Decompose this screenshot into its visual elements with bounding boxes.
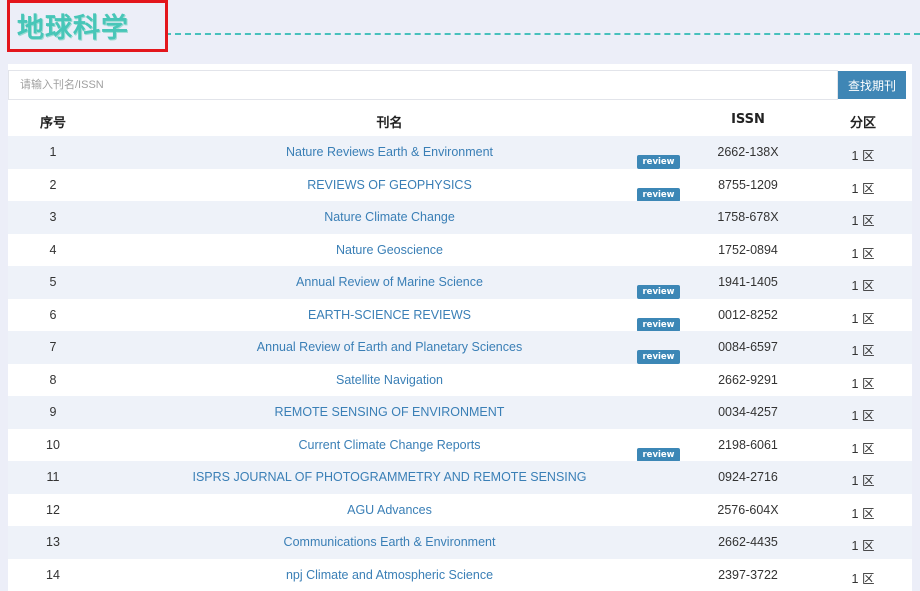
zone-cell: 1 区 xyxy=(818,470,908,489)
page-title: 地球科学 xyxy=(17,6,129,45)
row-number: 8 xyxy=(8,373,98,387)
table-row: 2 REVIEWS OF GEOPHYSICSreview 8755-1209 1 区 xyxy=(8,169,912,202)
table-row: 14 npj Climate and Atmospheric Science 239… xyxy=(8,559,912,591)
zone-cell: 1 区 xyxy=(818,275,908,294)
row-number: 7 xyxy=(8,340,98,354)
journal-name-link[interactable]: REVIEWS OF GEOPHYSICS xyxy=(108,178,671,192)
zone-cell: 1 区 xyxy=(818,373,908,392)
journal-name-link[interactable]: Annual Review of Marine Science xyxy=(108,275,671,289)
table-row: 10 Current Climate Change Reportsreview 21… xyxy=(8,429,912,462)
zone-cell: 1 区 xyxy=(818,308,908,327)
header-no: 序号 xyxy=(8,112,98,131)
journal-panel: 查找期刊 序号 刊名 ISSN 分区 1 Nature Reviews Earth… xyxy=(8,64,912,585)
journal-name-link[interactable]: npj Climate and Atmospheric Science xyxy=(108,568,671,582)
journal-name-link[interactable]: Communications Earth & Environment xyxy=(108,535,671,549)
journal-name-link[interactable]: REMOTE SENSING OF ENVIRONMENT xyxy=(108,405,671,419)
issn-cell: 1941-1405 xyxy=(688,275,808,289)
search-input[interactable] xyxy=(8,70,838,100)
journal-name-link[interactable]: AGU Advances xyxy=(108,503,671,517)
zone-cell: 1 区 xyxy=(818,405,908,424)
issn-cell: 1758-678X xyxy=(688,210,808,224)
issn-cell: 0012-8252 xyxy=(688,308,808,322)
journal-name-link[interactable]: EARTH-SCIENCE REVIEWS xyxy=(108,308,671,322)
journal-name-link[interactable]: Nature Climate Change xyxy=(108,210,671,224)
row-number: 14 xyxy=(8,568,98,582)
zone-cell: 1 区 xyxy=(818,145,908,164)
zone-cell: 1 区 xyxy=(818,503,908,522)
review-badge: review xyxy=(637,155,680,169)
row-number: 2 xyxy=(8,178,98,192)
review-badge: review xyxy=(637,318,680,332)
zone-cell: 1 区 xyxy=(818,243,908,262)
table-body: 1Nature Reviews Earth & Environmentrevie… xyxy=(8,136,912,591)
table-row: 12 AGU Advances 2576-604X 1 区 xyxy=(8,494,912,527)
journal-name-link[interactable]: Satellite Navigation xyxy=(108,373,671,387)
journal-name-link[interactable]: Annual Review of Earth and Planetary Sci… xyxy=(108,340,671,354)
review-badge: review xyxy=(637,188,680,202)
table-row: 3 Nature Climate Change 1758-678X 1 区 xyxy=(8,201,912,234)
header-issn: ISSN xyxy=(688,112,808,127)
journal-name-link[interactable]: Nature Geoscience xyxy=(108,243,671,257)
table-row: 4 Nature Geoscience 1752-0894 1 区 xyxy=(8,234,912,267)
table-row: 8 Satellite Navigation 2662-9291 1 区 xyxy=(8,364,912,397)
row-number: 12 xyxy=(8,503,98,517)
issn-cell: 2662-4435 xyxy=(688,535,808,549)
issn-cell: 8755-1209 xyxy=(688,178,808,192)
journal-name-link[interactable]: Current Climate Change Reports xyxy=(108,438,671,452)
issn-cell: 2576-604X xyxy=(688,503,808,517)
zone-cell: 1 区 xyxy=(818,568,908,587)
table-header: 序号 刊名 ISSN 分区 xyxy=(8,104,912,136)
row-number: 13 xyxy=(8,535,98,549)
issn-cell: 0924-2716 xyxy=(688,470,808,484)
table-row: 7 Annual Review of Earth and Planetary Sc… xyxy=(8,331,912,364)
zone-cell: 1 区 xyxy=(818,535,908,554)
search-bar: 查找期刊 xyxy=(8,70,912,100)
header-zone: 分区 xyxy=(818,112,908,131)
row-number: 4 xyxy=(8,243,98,257)
issn-cell: 2397-3722 xyxy=(688,568,808,582)
zone-cell: 1 区 xyxy=(818,178,908,197)
table-row: 11 ISPRS JOURNAL OF PHOTOGRAMMETRY AND RE… xyxy=(8,461,912,494)
row-number: 9 xyxy=(8,405,98,419)
row-number: 1 xyxy=(8,145,98,159)
dashed-divider xyxy=(165,33,920,35)
issn-cell: 1752-0894 xyxy=(688,243,808,257)
review-badge: review xyxy=(637,448,680,462)
zone-cell: 1 区 xyxy=(818,340,908,359)
table-row: 6 EARTH-SCIENCE REVIEWSreview 0012-8252 1 区 xyxy=(8,299,912,332)
page-header: 地球科学 xyxy=(0,0,920,60)
zone-cell: 1 区 xyxy=(818,210,908,229)
search-button[interactable]: 查找期刊 xyxy=(838,71,906,99)
table-row: 5 Annual Review of Marine Sciencereview 19… xyxy=(8,266,912,299)
table-row: 9 REMOTE SENSING OF ENVIRONMENT 0034-4257 1… xyxy=(8,396,912,429)
zone-cell: 1 区 xyxy=(818,438,908,457)
table-row: 13 Communications Earth & Environment 2662… xyxy=(8,526,912,559)
issn-cell: 2662-9291 xyxy=(688,373,808,387)
row-number: 3 xyxy=(8,210,98,224)
journal-table: 序号 刊名 ISSN 分区 1 Nature Reviews Earth & En… xyxy=(8,104,912,591)
issn-cell: 0084-6597 xyxy=(688,340,808,354)
row-number: 11 xyxy=(8,470,98,484)
row-number: 6 xyxy=(8,308,98,322)
journal-name-link[interactable]: Nature Reviews Earth & Environment xyxy=(108,145,671,159)
row-number: 5 xyxy=(8,275,98,289)
row-number: 10 xyxy=(8,438,98,452)
review-badge: review xyxy=(637,285,680,299)
issn-cell: 2662-138X xyxy=(688,145,808,159)
table-row: 1 Nature Reviews Earth & Environmentrevie… xyxy=(8,136,912,169)
journal-name-link[interactable]: ISPRS JOURNAL OF PHOTOGRAMMETRY AND REMO… xyxy=(108,470,671,484)
header-name: 刊名 xyxy=(108,112,671,131)
issn-cell: 0034-4257 xyxy=(688,405,808,419)
review-badge: review xyxy=(637,350,680,364)
issn-cell: 2198-6061 xyxy=(688,438,808,452)
